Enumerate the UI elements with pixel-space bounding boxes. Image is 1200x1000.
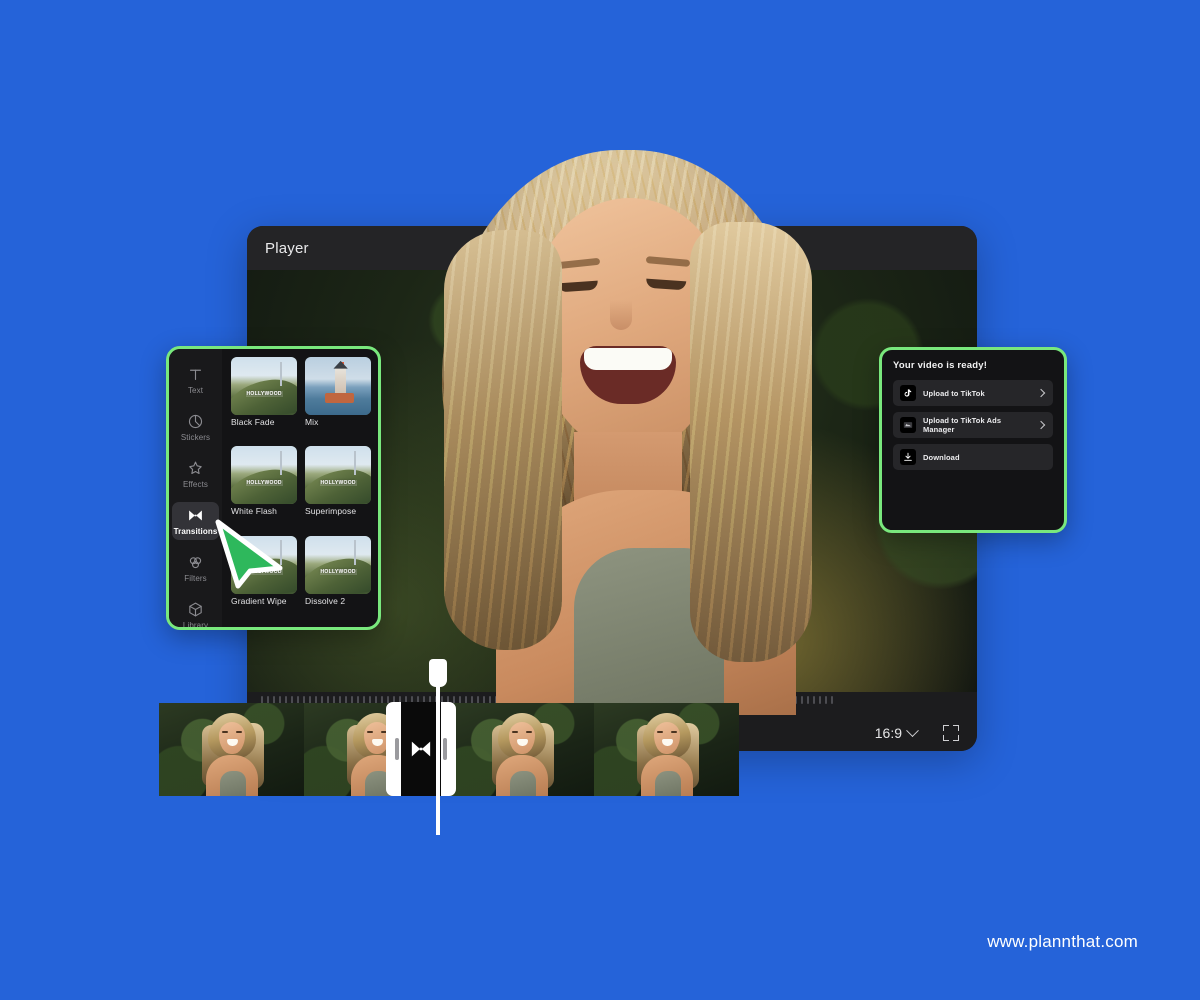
- timeline-frame[interactable]: [594, 703, 739, 796]
- canvas: Player 16:9 Text Stickers Effects Transi…: [0, 0, 1200, 1000]
- ruler-tick: [765, 696, 767, 704]
- transition-label: White Flash: [231, 506, 277, 517]
- sidebar-item-stickers[interactable]: Stickers: [172, 408, 219, 446]
- export-option-upload-to-tiktok[interactable]: Upload to TikTok: [893, 380, 1053, 406]
- ruler-tick: [807, 696, 809, 704]
- timeline-frame[interactable]: [159, 703, 304, 796]
- transition-label: Dissolve 2: [305, 595, 346, 606]
- aspect-ratio-value: 16:9: [874, 725, 902, 741]
- transition-label: Black Fade: [231, 417, 275, 427]
- sidebar-item-label: Effects: [182, 480, 208, 489]
- sticker-icon: [187, 413, 204, 430]
- transition-thumbnail[interactable]: HOLLYWOOD: [231, 446, 297, 505]
- filters-icon: [187, 554, 204, 571]
- download-icon: [900, 449, 916, 465]
- ruler-tick: [759, 696, 761, 704]
- sidebar-item-label: Text: [187, 386, 204, 395]
- export-option-label: Download: [923, 452, 960, 462]
- sidebar-item-filters[interactable]: Filters: [172, 549, 219, 587]
- library-icon: [187, 601, 204, 618]
- transition-thumbnail[interactable]: HOLLYWOOD: [305, 535, 371, 594]
- export-option-download[interactable]: Download: [893, 444, 1053, 470]
- transitions-icon: [187, 507, 204, 524]
- sidebar-item-label: Filters: [184, 574, 207, 583]
- aspect-ratio-select[interactable]: 16:9: [874, 723, 919, 741]
- export-option-label: Upload to TikTok: [923, 388, 985, 398]
- export-option-upload-to-tiktok-ads-manager[interactable]: Upload to TikTok Ads Manager: [893, 412, 1053, 438]
- tiktok-ads-icon: [900, 417, 916, 433]
- clip-handle-left[interactable]: [395, 738, 399, 760]
- fullscreen-icon[interactable]: [943, 725, 959, 741]
- thumb-sign-text: HOLLYWOOD: [319, 569, 357, 576]
- ruler-tick: [831, 696, 833, 704]
- ruler-tick: [777, 696, 779, 704]
- transition-thumbnail[interactable]: HOLLYWOOD: [305, 446, 371, 505]
- export-option-label: Upload to TikTok Ads Manager: [923, 416, 1002, 434]
- editor-tool-sidebar: Text Stickers Effects Transitions Filters Lib…: [169, 349, 222, 627]
- transition-item[interactable]: HOLLYWOOD Gradient Wipe: [231, 535, 297, 621]
- chevron-down-icon: [906, 723, 919, 737]
- ruler-tick: [801, 696, 803, 704]
- chevron-right-icon: [1036, 388, 1046, 398]
- sidebar-item-label: Transitions: [173, 527, 218, 536]
- transition-thumbnail[interactable]: HOLLYWOOD: [231, 535, 297, 594]
- transition-label: Gradient Wipe: [231, 595, 287, 606]
- ruler-tick: [771, 696, 773, 704]
- ruler-tick: [747, 696, 749, 704]
- ruler-tick: [825, 696, 827, 704]
- sidebar-item-text[interactable]: Text: [172, 361, 219, 399]
- thumb-sign-text: HOLLYWOOD: [245, 479, 283, 486]
- transition-label: Mix: [305, 417, 319, 427]
- effects-icon: [187, 460, 204, 477]
- player-titlebar: Player: [247, 226, 977, 270]
- transition-item[interactable]: HOLLYWOOD Superimpose: [305, 446, 371, 531]
- watermark-url: www.plannthat.com: [987, 932, 1138, 951]
- transitions-panel: Text Stickers Effects Transitions Filters Lib…: [166, 346, 381, 630]
- sidebar-item-label: Library: [182, 621, 209, 630]
- export-panel-title: Your video is ready!: [893, 360, 988, 371]
- ruler-tick: [741, 696, 743, 704]
- export-options-list: Upload to TikTok Upload to TikTok Ads Man…: [893, 380, 1053, 470]
- chevron-right-icon: [1036, 420, 1046, 430]
- transition-item[interactable]: HOLLYWOOD Dissolve 2: [305, 535, 371, 621]
- transition-thumbnail[interactable]: [305, 357, 371, 415]
- ruler-tick: [753, 696, 755, 704]
- thumb-sign-text: HOLLYWOOD: [245, 569, 283, 576]
- transition-item[interactable]: HOLLYWOOD Black Fade: [231, 357, 297, 442]
- player-controls: 16:9: [874, 723, 959, 741]
- ruler-tick: [819, 696, 821, 704]
- export-ready-panel: Your video is ready! Upload to TikTok Upl…: [879, 347, 1067, 533]
- transition-thumbnail[interactable]: HOLLYWOOD: [231, 357, 297, 415]
- transition-item[interactable]: Mix: [305, 357, 371, 442]
- timeline-frame[interactable]: [449, 703, 594, 796]
- sidebar-item-label: Stickers: [180, 433, 211, 442]
- tiktok-icon: [900, 385, 916, 401]
- sidebar-item-transitions[interactable]: Transitions: [172, 502, 219, 540]
- text-icon: [187, 366, 204, 383]
- sidebar-item-library[interactable]: Library: [172, 596, 219, 630]
- page-title: Player: [265, 239, 309, 257]
- thumb-sign-text: HOLLYWOOD: [245, 390, 283, 397]
- ruler-tick: [795, 696, 797, 704]
- ruler-tick: [789, 696, 791, 704]
- thumb-sign-text: HOLLYWOOD: [319, 479, 357, 486]
- transitions-grid: HOLLYWOOD Black Fade Mix HOLLYWOOD White Fla…: [222, 349, 378, 627]
- timeline-playhead[interactable]: [429, 659, 447, 835]
- transition-label: Superimpose: [305, 506, 357, 517]
- ruler-tick: [813, 696, 815, 704]
- ruler-tick: [783, 696, 785, 704]
- transition-item[interactable]: HOLLYWOOD White Flash: [231, 446, 297, 531]
- sidebar-item-effects[interactable]: Effects: [172, 455, 219, 493]
